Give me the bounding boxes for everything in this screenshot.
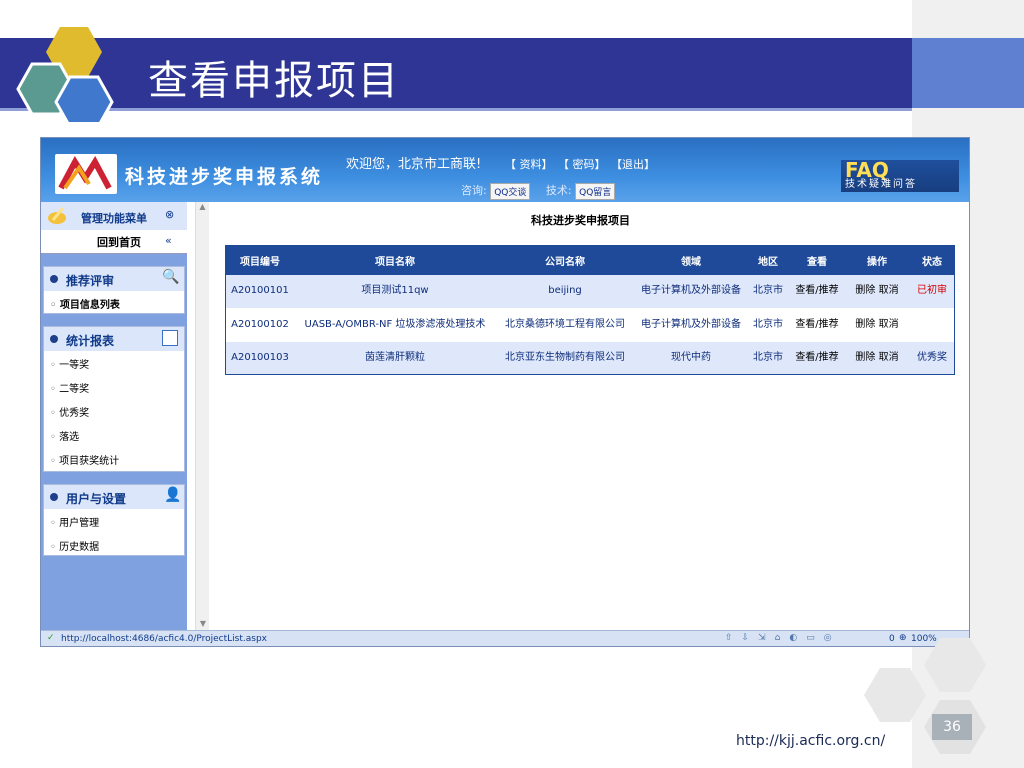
hexagon-logo-icon [16,27,114,122]
slide-title: 查看申报项目 [148,58,400,104]
collapse-icon[interactable]: ⊗ [165,208,174,221]
sidebar-item-project-list[interactable]: 项目信息列表 [44,291,184,315]
sidebar-item-user-management[interactable]: 用户管理 [44,509,184,533]
welcome-text: 欢迎您，北京市工商联! [346,157,482,172]
password-link[interactable]: 【 密码】 [558,158,606,171]
logout-link[interactable]: 【退出】 [611,158,655,171]
header-links: 【 资料】 【 密码】 【退出】 [505,156,657,172]
consult-row: 咨询: QQ交谈 技术: QQ留言 [461,182,616,200]
sidebar-item-second-prize[interactable]: 二等奖 [44,375,184,399]
sidebar-header[interactable]: 管理功能菜单 ⊗ [41,202,187,230]
user-icon: 👤 [164,487,182,503]
page-title: 科技进步奖申报项目 [531,214,630,227]
magnifier-icon: 🔍 [162,269,180,285]
system-name: 科技进步奖申报系统 [125,166,324,188]
system-logo [55,154,117,194]
panel-title[interactable]: 统计报表 [44,327,184,351]
qq-chat-button[interactable]: QQ交谈 [490,182,531,200]
profile-link[interactable]: 【 资料】 [505,158,553,171]
pencil-icon [48,207,66,224]
slide-banner-accent [912,38,1024,108]
panel-title[interactable]: 推荐评审 🔍 [44,267,184,291]
slide-url[interactable]: http://kjj.acfic.org.cn/ [736,733,885,749]
home-label: 回到首页 [97,236,141,249]
sidebar-item-history[interactable]: 历史数据 [44,533,184,557]
panel-users: 用户与设置 👤 用户管理 历史数据 [43,484,185,556]
panel-stats: 统计报表 一等奖 二等奖 优秀奖 落选 项目获奖统计 [43,326,185,472]
faq-subtitle: 技术疑难问答 [845,179,917,190]
calendar-icon [162,330,178,346]
home-link[interactable]: 回到首页 « [41,230,187,254]
panel-title[interactable]: 用户与设置 👤 [44,485,184,509]
scroll-up-icon[interactable]: ▲ [196,202,209,211]
sidebar-item-excellence[interactable]: 优秀奖 [44,399,184,423]
qq-message-button[interactable]: QQ留言 [575,182,616,200]
sidebar-item-rejected[interactable]: 落选 [44,423,184,447]
chevron-left-icon[interactable]: « [165,234,172,247]
app-header: 科技进步奖申报系统 欢迎您，北京市工商联! 【 资料】 【 密码】 【退出】 咨… [41,138,969,202]
toolbar-icons[interactable]: ⇧⇩⇲⌂◐▭◎ [725,633,841,643]
page-number: 36 [932,714,972,740]
check-icon: ✓ [47,633,55,643]
table-border [225,245,955,375]
tech-label: 技术: [545,184,572,197]
slide-title-banner [0,38,912,108]
sidebar-item-first-prize[interactable]: 一等奖 [44,351,184,375]
scroll-down-icon[interactable]: ▼ [196,619,210,628]
status-url: http://localhost:4686/acfic4.0/ProjectLi… [61,634,267,644]
panel-review: 推荐评审 🔍 项目信息列表 [43,266,185,314]
browser-screenshot: 科技进步奖申报系统 欢迎您，北京市工商联! 【 资料】 【 密码】 【退出】 咨… [40,137,970,647]
slide-banner-stripe [0,108,912,111]
frame-scrollbar[interactable]: ▲ ▼ [195,202,209,630]
sidebar-header-label: 管理功能菜单 [81,212,147,225]
faq-button[interactable]: FAQ 技术疑难问答 [841,158,959,192]
browser-statusbar: ✓ http://localhost:4686/acfic4.0/Project… [41,630,969,646]
consult-label: 咨询: [461,184,487,197]
sidebar-item-award-stats[interactable]: 项目获奖统计 [44,447,184,471]
sidebar: 管理功能菜单 ⊗ 回到首页 « 推荐评审 🔍 项目信息列表 统计报表 一等奖 二… [41,202,187,630]
